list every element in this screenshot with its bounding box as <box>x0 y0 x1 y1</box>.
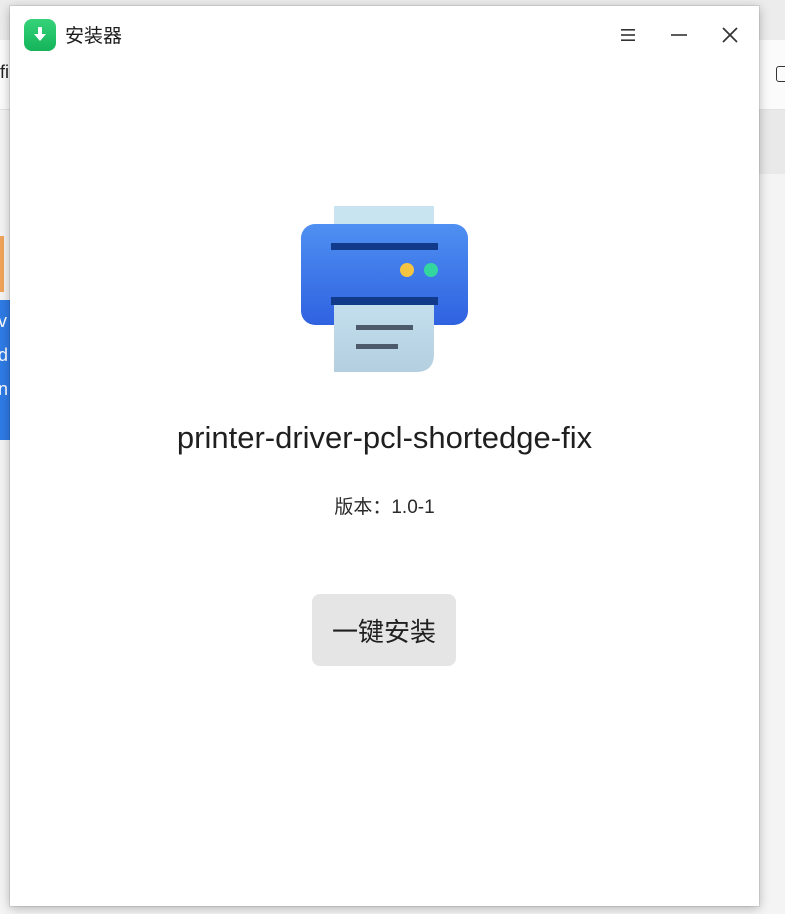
background-item-text: d <box>0 345 9 365</box>
menu-button[interactable] <box>611 18 645 52</box>
package-name: printer-driver-pcl-shortedge-fix <box>176 420 593 455</box>
title-bar[interactable]: 安装器 <box>10 6 759 62</box>
close-button[interactable] <box>713 18 747 52</box>
minimize-button[interactable] <box>662 18 696 52</box>
installer-window: 安装器 printer-driver-pcl-shortedge-fix 版本：… <box>10 6 759 906</box>
download-arrow-icon <box>24 19 56 51</box>
version-label: 版本： <box>334 497 392 518</box>
background-selected-item[interactable]: v d n <box>0 300 10 440</box>
menu-icon <box>621 29 635 41</box>
background-item-text: n <box>0 379 9 399</box>
background-panel <box>758 110 785 174</box>
background-accent-bar <box>0 236 4 292</box>
minimize-icon <box>671 34 687 36</box>
version-info: 版本：1.0-1 <box>10 492 759 519</box>
window-title: 安装器 <box>65 26 123 47</box>
one-click-install-button[interactable]: 一键安装 <box>312 594 456 666</box>
printer-icon <box>301 206 468 372</box>
background-item-text: v <box>0 311 7 331</box>
background-window-icon[interactable] <box>776 66 785 82</box>
background-toolbar-text: fi <box>0 62 9 82</box>
close-icon <box>722 27 738 43</box>
version-value: 1.0-1 <box>391 497 435 518</box>
